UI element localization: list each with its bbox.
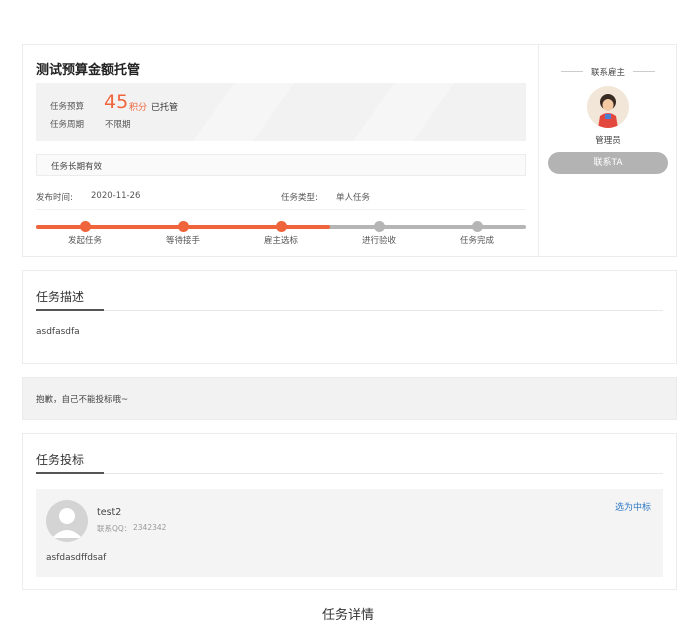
progress-step-label: 雇主选标 [263, 236, 298, 246]
bidder-name: test2 [97, 507, 122, 518]
budget-box: 任务预算 45 积分 已托管 任务周期 不限期 [36, 83, 526, 141]
employer-name: 管理员 [595, 136, 621, 146]
contact-button[interactable]: 联系TA [548, 152, 668, 174]
avatar-illustration [587, 86, 629, 128]
validity-box: 任务长期有效 [36, 154, 526, 176]
notice-text: 抱歉，自己不能投标哦~ [36, 395, 129, 405]
description-section: 任务描述 asdfasdfa [22, 270, 677, 364]
progress-step-dot [275, 221, 287, 232]
progress-step-label: 进行验收 [361, 236, 396, 246]
section-underline [36, 472, 104, 474]
decorative-stripe [163, 83, 309, 141]
task-info-panel: 测试预算金额托管 任务预算 45 积分 已托管 任务周期 不限期 任务长期有效 … [23, 45, 538, 256]
bidder-qq: 2342342 [133, 523, 167, 532]
bid-content: asfdasdffdsaf [46, 553, 107, 563]
divider [36, 209, 526, 210]
divider [633, 71, 655, 72]
employer-panel: 联系雇主 管理员 联系TA [538, 45, 676, 256]
budget-unit: 积分 [129, 103, 148, 113]
task-summary-card: 测试预算金额托管 任务预算 45 积分 已托管 任务周期 不限期 任务长期有效 … [22, 44, 677, 257]
progress-step-dot [79, 221, 91, 232]
select-winner-link[interactable]: 选为中标 [615, 500, 651, 513]
task-type-label: 任务类型: [281, 193, 318, 203]
publish-date: 2020-11-26 [91, 191, 141, 201]
task-type-value: 单人任务 [336, 193, 371, 203]
budget-amount: 45 [104, 91, 129, 113]
section-title: 任务投标 [36, 453, 85, 467]
progress-step-label: 任务完成 [459, 236, 494, 246]
progress-step-label: 发起任务 [67, 236, 102, 246]
section-underline [36, 309, 104, 311]
progress-step-dot [373, 221, 385, 232]
employer-avatar [587, 86, 629, 128]
period-label: 任务周期 [50, 120, 85, 130]
period-value: 不限期 [105, 120, 131, 130]
progress-step-dot [177, 221, 189, 232]
task-title: 测试预算金额托管 [36, 63, 141, 78]
publish-label: 发布时间: [36, 193, 73, 203]
decorative-stripe [323, 83, 469, 141]
notice-bar: 抱歉，自己不能投标哦~ [22, 377, 677, 420]
bids-section: 任务投标 test2 联系QQ： 2342342 选为中标 asfdasdffd… [22, 433, 677, 590]
divider [36, 310, 663, 311]
budget-status: 已托管 [151, 103, 179, 113]
bidder-qq-label: 联系QQ： [97, 524, 132, 533]
user-placeholder-icon [46, 500, 88, 542]
validity-text: 任务长期有效 [51, 162, 103, 172]
progress-step-dot [471, 221, 483, 232]
page-caption: 任务详情 [321, 608, 374, 623]
contact-employer-title: 联系雇主 [590, 68, 625, 78]
description-text: asdfasdfa [36, 327, 80, 337]
divider [36, 473, 663, 474]
bid-item: test2 联系QQ： 2342342 选为中标 asfdasdffdsaf [36, 489, 663, 577]
section-title: 任务描述 [36, 290, 85, 304]
progress-step-label: 等待接手 [165, 236, 200, 246]
budget-label: 任务预算 [50, 102, 85, 112]
bidder-avatar [46, 500, 88, 542]
